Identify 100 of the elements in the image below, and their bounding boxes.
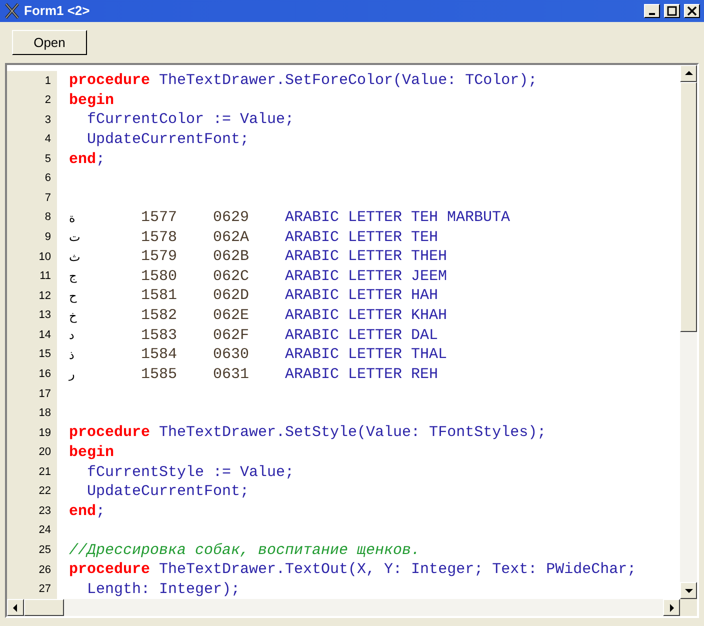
code-text: ; — [96, 152, 106, 167]
keyword: end — [69, 504, 96, 519]
arabic-glyph: ح — [69, 290, 78, 302]
line-number: 24 — [38, 523, 51, 538]
scrollbar-corner — [680, 599, 697, 616]
hex-code: 062B — [213, 249, 250, 264]
hex-code: 062E — [213, 308, 250, 324]
code-text: fCurrentStyle := Value; — [86, 464, 294, 480]
code-text: UpdateCurrentFont; — [86, 484, 250, 500]
line-number: 4 — [44, 132, 51, 148]
hex-code: 062F — [213, 328, 250, 343]
keyword: procedure — [69, 425, 150, 440]
decimal-code: 1578 — [141, 230, 178, 245]
hex-code: 062A — [213, 230, 250, 245]
minimize-icon — [649, 13, 655, 15]
decimal-code: 1585 — [141, 366, 178, 382]
decimal-code: 1582 — [141, 308, 178, 324]
arabic-glyph: ج — [69, 270, 78, 282]
character-name: ARABIC LETTER DAL — [285, 328, 438, 343]
line-number: 3 — [44, 112, 51, 128]
horizontal-scrollbar[interactable] — [7, 599, 680, 616]
hex-code: 062D — [213, 288, 250, 304]
line-number: 8 — [44, 210, 51, 226]
character-name: ARABIC LETTER THEH — [285, 249, 448, 264]
character-name: ARABIC LETTER HAH — [285, 288, 438, 304]
code-text: TheTextDrawer.SetStyle(Value: TFontStyles); — [158, 425, 546, 440]
line-number: 7 — [44, 190, 51, 206]
character-name: ARABIC LETTER JEEM — [285, 268, 448, 284]
line-number: 21 — [38, 464, 51, 480]
minimize-button[interactable] — [644, 4, 660, 18]
scroll-thumb[interactable] — [24, 599, 64, 616]
close-button[interactable] — [684, 4, 700, 18]
decimal-code: 1584 — [141, 347, 178, 362]
decimal-code: 1580 — [141, 268, 178, 284]
line-number: 1 — [44, 74, 51, 89]
character-name: ARABIC LETTER THAL — [285, 347, 448, 362]
keyword: end — [69, 152, 96, 167]
scroll-right-button[interactable] — [663, 599, 680, 616]
arabic-glyph: ت — [69, 231, 82, 244]
open-button[interactable]: Open — [12, 30, 87, 55]
hex-code: 0630 — [213, 347, 250, 362]
line-number: 16 — [38, 366, 51, 382]
code-text: TheTextDrawer.SetForeColor(Value: TColor); — [158, 73, 538, 88]
code-editor[interactable] — [5, 63, 699, 618]
character-name: ARABIC LETTER TEH — [285, 230, 438, 245]
code-text: UpdateCurrentFont; — [86, 132, 250, 147]
line-number: 27 — [38, 582, 51, 598]
decimal-code: 1577 — [141, 210, 178, 226]
character-name: ARABIC LETTER REH — [285, 366, 438, 382]
line-number: 25 — [38, 543, 51, 558]
line-number: 6 — [44, 171, 51, 186]
code-text: Length: Integer); — [86, 582, 240, 597]
scroll-left-button[interactable] — [7, 599, 24, 616]
line-number: 26 — [38, 562, 51, 578]
scroll-thumb[interactable] — [680, 82, 697, 332]
hex-code: 062C — [213, 268, 250, 284]
line-number: 17 — [38, 386, 51, 402]
arabic-glyph: ر — [69, 368, 76, 380]
line-number: 15 — [38, 347, 51, 362]
arabic-glyph: د — [69, 329, 76, 342]
code-text: ; — [96, 504, 106, 519]
close-icon — [687, 6, 697, 16]
code-comment: //Дрессировка собак, воспитание щенков. — [69, 542, 420, 558]
hex-code: 0629 — [213, 210, 250, 226]
scroll-down-button[interactable] — [680, 582, 697, 599]
maximize-button[interactable] — [664, 4, 680, 18]
line-number: 19 — [38, 426, 51, 441]
line-number: 23 — [38, 504, 51, 519]
arabic-glyph: ة — [69, 212, 76, 224]
line-number: 12 — [38, 288, 51, 304]
keyword: procedure — [69, 73, 150, 88]
line-number: 18 — [38, 406, 51, 422]
character-name: ARABIC LETTER TEH MARBUTA — [285, 210, 510, 226]
arabic-glyph: ذ — [69, 348, 76, 361]
character-name: ARABIC LETTER KHAH — [285, 308, 448, 324]
line-number: 5 — [44, 152, 51, 167]
line-number: 2 — [44, 93, 51, 108]
hex-code: 0631 — [213, 366, 250, 382]
arabic-glyph: خ — [69, 310, 78, 322]
decimal-code: 1579 — [141, 249, 178, 264]
line-number: 11 — [40, 269, 51, 284]
line-number: 10 — [38, 250, 51, 265]
code-text: TheTextDrawer.TextOut(X, Y: Integer; Text: PWideChar; — [158, 562, 636, 578]
line-number: 14 — [38, 328, 51, 343]
x-logo-icon — [4, 3, 20, 19]
vertical-scrollbar[interactable] — [680, 65, 697, 599]
decimal-code: 1581 — [141, 288, 178, 304]
line-number: 20 — [38, 445, 51, 460]
code-text: fCurrentColor := Value; — [86, 112, 294, 128]
decimal-code: 1583 — [141, 328, 178, 343]
arabic-glyph: ث — [69, 250, 82, 263]
keyword: begin — [69, 444, 114, 460]
maximize-icon — [667, 6, 677, 16]
line-number: 13 — [38, 308, 51, 324]
line-number: 9 — [44, 230, 51, 246]
keyword: begin — [69, 92, 114, 108]
scroll-up-button[interactable] — [680, 65, 697, 82]
line-number: 22 — [38, 484, 51, 500]
keyword: procedure — [69, 562, 150, 578]
window-title: Form1 <2> — [24, 2, 90, 20]
